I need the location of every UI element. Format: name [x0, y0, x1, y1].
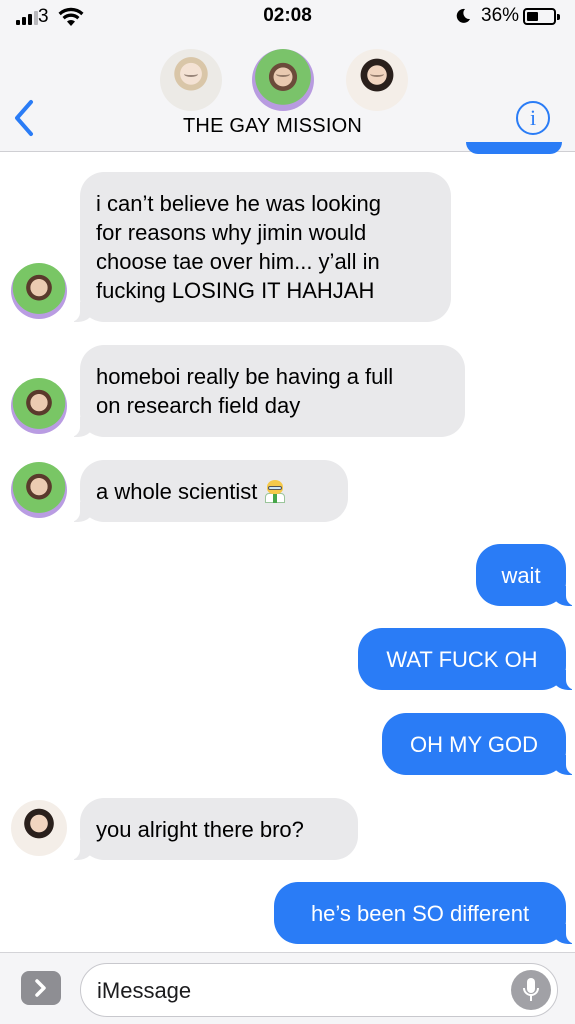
scientist-emoji-icon [263, 479, 287, 503]
message-bubble-outgoing[interactable]: wait [476, 544, 575, 606]
chevron-right-icon [35, 979, 46, 997]
message-bubble-incoming[interactable]: homeboi really be having a full on resea… [70, 345, 465, 437]
message-line: choose tae over him... y’all in [96, 249, 380, 274]
group-name[interactable]: THE GAY MISSION [0, 115, 545, 138]
avatar-member-1 [160, 49, 222, 111]
avatar [11, 378, 67, 434]
message-bubble-outgoing[interactable]: he’s been SO different [274, 882, 575, 944]
message-line: for reasons why jimin would [96, 220, 367, 245]
avatar-member-2 [252, 49, 314, 111]
avatar-member-3 [346, 49, 408, 111]
message-bubble-incoming[interactable]: i can’t believe he was looking for reaso… [70, 172, 451, 322]
message-bubble-outgoing[interactable]: OH MY GOD [382, 713, 575, 775]
message-text: OH MY GOD [410, 731, 538, 757]
message-text: you alright there bro? [96, 816, 304, 842]
conversation-header: 3 02:08 36% THE GAY MISSION i [0, 0, 575, 152]
battery-percentage: 36% [481, 5, 520, 26]
microphone-icon [523, 978, 539, 1001]
group-avatars[interactable] [160, 48, 410, 112]
message-input-placeholder: iMessage [97, 978, 192, 1003]
info-button[interactable]: i [516, 101, 550, 135]
apps-button[interactable] [21, 971, 61, 1005]
do-not-disturb-moon-icon [456, 8, 470, 23]
microphone-button[interactable] [511, 970, 551, 1010]
message-line: on research field day [96, 393, 301, 418]
message-bubble-incoming[interactable]: you alright there bro? [70, 798, 358, 860]
message-text: he’s been SO different [310, 900, 530, 926]
message-line: fucking LOSING IT HAHJAH [96, 278, 375, 303]
message-text: WAT FUCK OH [386, 646, 538, 672]
message-line: i can’t believe he was looking [96, 191, 381, 216]
message-text: a whole scientist [96, 478, 258, 504]
message-line: homeboi really be having a full [96, 364, 394, 389]
message-bubble-outgoing[interactable]: WAT FUCK OH [358, 628, 575, 690]
message-text: wait [501, 562, 541, 588]
compose-bar: iMessage [0, 952, 575, 1024]
status-bar: 3 02:08 36% [0, 0, 575, 36]
previous-message-edge [466, 142, 562, 154]
avatar [11, 800, 67, 856]
message-input[interactable]: iMessage [80, 963, 558, 1017]
battery-icon [523, 8, 560, 25]
avatar [11, 462, 67, 518]
avatar [11, 263, 67, 319]
message-bubble-incoming[interactable]: a whole scientist [70, 460, 348, 522]
